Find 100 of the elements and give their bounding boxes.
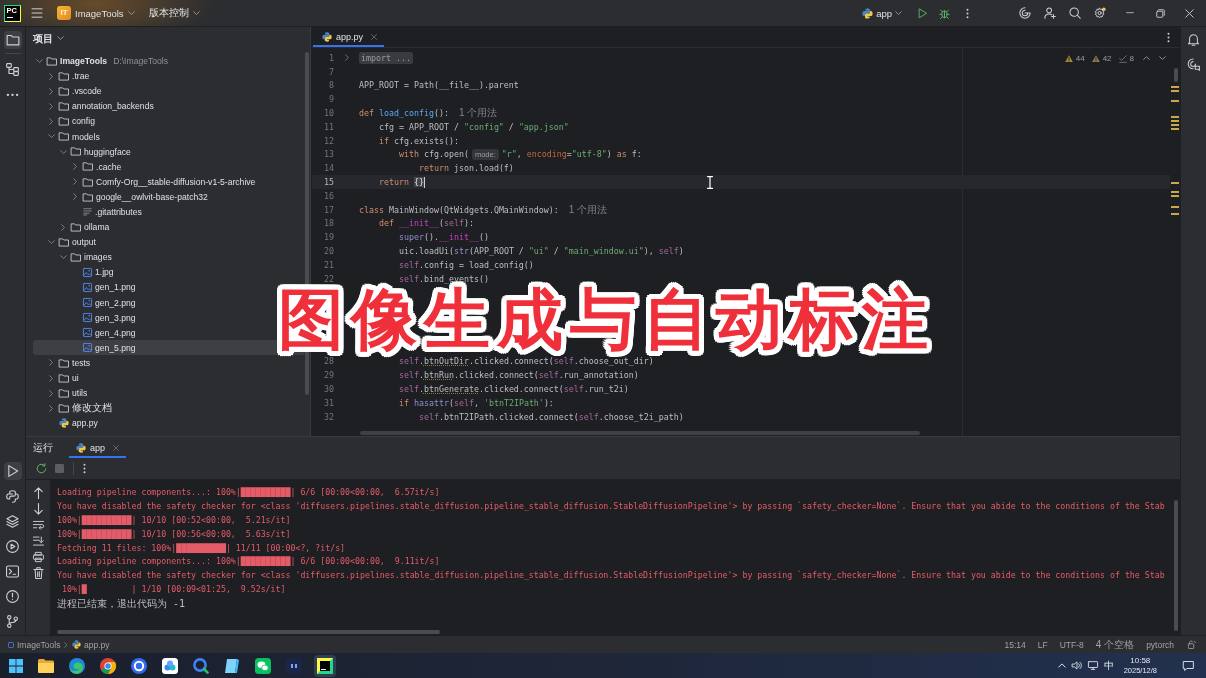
lens-icon[interactable] <box>192 657 209 674</box>
chevron-right-icon[interactable] <box>48 87 54 95</box>
close-icon[interactable] <box>1185 8 1194 18</box>
chevron-down-icon[interactable] <box>59 255 67 260</box>
warning-marker[interactable] <box>1171 206 1179 208</box>
project-selector[interactable]: IT ImageTools <box>57 6 135 20</box>
run-config-selector[interactable]: app <box>862 7 902 19</box>
book-icon[interactable] <box>223 657 240 674</box>
fold-chevron-icon[interactable] <box>344 54 349 62</box>
terminal-icon[interactable] <box>6 564 19 578</box>
soft-wrap-icon[interactable] <box>32 519 44 531</box>
chevron-right-icon[interactable] <box>72 163 78 171</box>
folder-icon[interactable] <box>3 30 22 49</box>
warning-marker[interactable] <box>1171 120 1179 122</box>
chevron-down-icon[interactable] <box>35 58 43 64</box>
alert-icon[interactable] <box>6 589 19 603</box>
tree-item[interactable]: .cache <box>71 159 125 175</box>
clock-time[interactable]: 10:58 <box>1130 655 1151 666</box>
warning-marker[interactable] <box>1171 191 1179 193</box>
spiral-icon[interactable] <box>1019 7 1031 19</box>
tree-item[interactable]: .gitattributes <box>71 204 145 220</box>
tree-item[interactable]: ollama <box>59 219 113 235</box>
indent-setting[interactable]: 4 个空格 <box>1095 637 1135 652</box>
scrollbar-thumb[interactable] <box>1174 68 1178 82</box>
warning-marker[interactable] <box>1171 182 1179 184</box>
tree-item[interactable]: config <box>47 113 98 129</box>
structure-icon[interactable] <box>6 63 19 76</box>
tree-item[interactable]: images <box>59 249 115 265</box>
run-icon[interactable] <box>3 462 22 480</box>
typo-count[interactable]: 8 <box>1129 54 1134 63</box>
rerun-icon[interactable] <box>36 463 47 474</box>
chevron-up-icon[interactable] <box>1143 56 1150 61</box>
square-logo-icon[interactable] <box>313 654 336 677</box>
chevron-right-icon[interactable] <box>72 178 78 186</box>
tree-item[interactable]: tests <box>47 355 94 371</box>
tree-item[interactable]: ImageTools D:\ImageTools <box>35 53 172 69</box>
scrollbar-thumb[interactable] <box>57 630 440 634</box>
tree-item[interactable]: gen_4.png <box>71 325 139 341</box>
tree-item[interactable]: output <box>47 234 99 250</box>
breadcrumb[interactable]: app.py <box>71 639 110 650</box>
python-outline-icon[interactable] <box>6 489 19 503</box>
chevron-down-icon[interactable] <box>47 240 55 245</box>
warning-marker[interactable] <box>1171 100 1179 102</box>
app-tile-icon[interactable] <box>285 657 302 674</box>
chevron-right-icon[interactable] <box>60 223 66 231</box>
windows-logo-icon[interactable] <box>9 658 23 673</box>
speaker-icon[interactable] <box>1071 661 1082 670</box>
chevron-down-icon[interactable] <box>1159 56 1166 61</box>
weak-warning-count[interactable]: 42 <box>1102 54 1112 63</box>
scrollbar-thumb[interactable] <box>1174 500 1178 631</box>
file-encoding[interactable]: UTF-8 <box>1059 639 1084 650</box>
debug-icon[interactable] <box>939 7 950 19</box>
tree-item[interactable]: 修改文档 <box>47 400 115 416</box>
bell-icon[interactable] <box>1187 33 1200 46</box>
chevron-right-icon[interactable] <box>48 102 54 110</box>
tree-item[interactable]: gen_2.png <box>71 295 139 311</box>
chevron-right-icon[interactable] <box>48 72 54 80</box>
more-icon[interactable] <box>83 463 86 474</box>
chevron-right-icon[interactable] <box>48 389 54 397</box>
run-tab[interactable]: app <box>69 437 127 458</box>
printer-icon[interactable] <box>32 551 44 563</box>
tree-item[interactable]: huggingface <box>59 144 134 160</box>
restore-icon[interactable] <box>1156 8 1165 18</box>
message-icon[interactable] <box>1183 660 1194 671</box>
warning-marker[interactable] <box>1171 86 1179 88</box>
chevron-right-icon[interactable] <box>48 374 54 382</box>
tree-item[interactable]: app.py <box>47 415 101 431</box>
chevron-right-icon[interactable] <box>48 359 54 367</box>
vcs-menu[interactable]: 版本控制 <box>148 6 200 20</box>
chat-bubbles-icon[interactable] <box>254 657 271 674</box>
monitor-icon[interactable] <box>1087 661 1098 670</box>
usage-hint[interactable]: 1 个用法 <box>458 106 498 121</box>
minimize-icon[interactable] <box>1126 12 1134 14</box>
lock-icon[interactable] <box>1188 640 1196 649</box>
usage-hint[interactable]: 1 个用法 <box>568 202 608 217</box>
input-method[interactable]: 中 <box>1103 658 1114 673</box>
warning-count[interactable]: 44 <box>1075 54 1085 63</box>
interpreter-selector[interactable]: pytorch <box>1146 639 1174 650</box>
tree-item[interactable]: .trae <box>47 68 93 84</box>
more-icon[interactable] <box>6 92 19 97</box>
dots-icon[interactable] <box>161 657 178 674</box>
chevron-right-icon[interactable] <box>48 117 54 125</box>
search-icon[interactable] <box>1069 7 1081 19</box>
more-icon[interactable] <box>966 7 969 19</box>
tree-item[interactable]: annotation_backends <box>47 98 157 114</box>
tree-item[interactable]: ui <box>47 370 82 386</box>
add-user-icon[interactable] <box>1044 7 1056 19</box>
breadcrumb[interactable]: ImageTools <box>8 639 61 650</box>
branch-icon[interactable] <box>6 614 19 628</box>
more-icon[interactable] <box>1167 32 1170 43</box>
caret-position[interactable]: 15:14 <box>1004 639 1026 650</box>
chevron-down-icon[interactable] <box>59 149 67 154</box>
scroll-to-end-icon[interactable] <box>32 535 44 547</box>
run-icon[interactable] <box>918 7 927 19</box>
warning-marker[interactable] <box>1171 116 1179 118</box>
settings-icon[interactable] <box>1094 7 1106 19</box>
tree-item[interactable]: 1.jpg <box>71 264 117 280</box>
chevron-down-icon[interactable] <box>47 134 55 139</box>
trash-icon[interactable] <box>32 567 44 579</box>
warning-marker[interactable] <box>1171 195 1179 197</box>
